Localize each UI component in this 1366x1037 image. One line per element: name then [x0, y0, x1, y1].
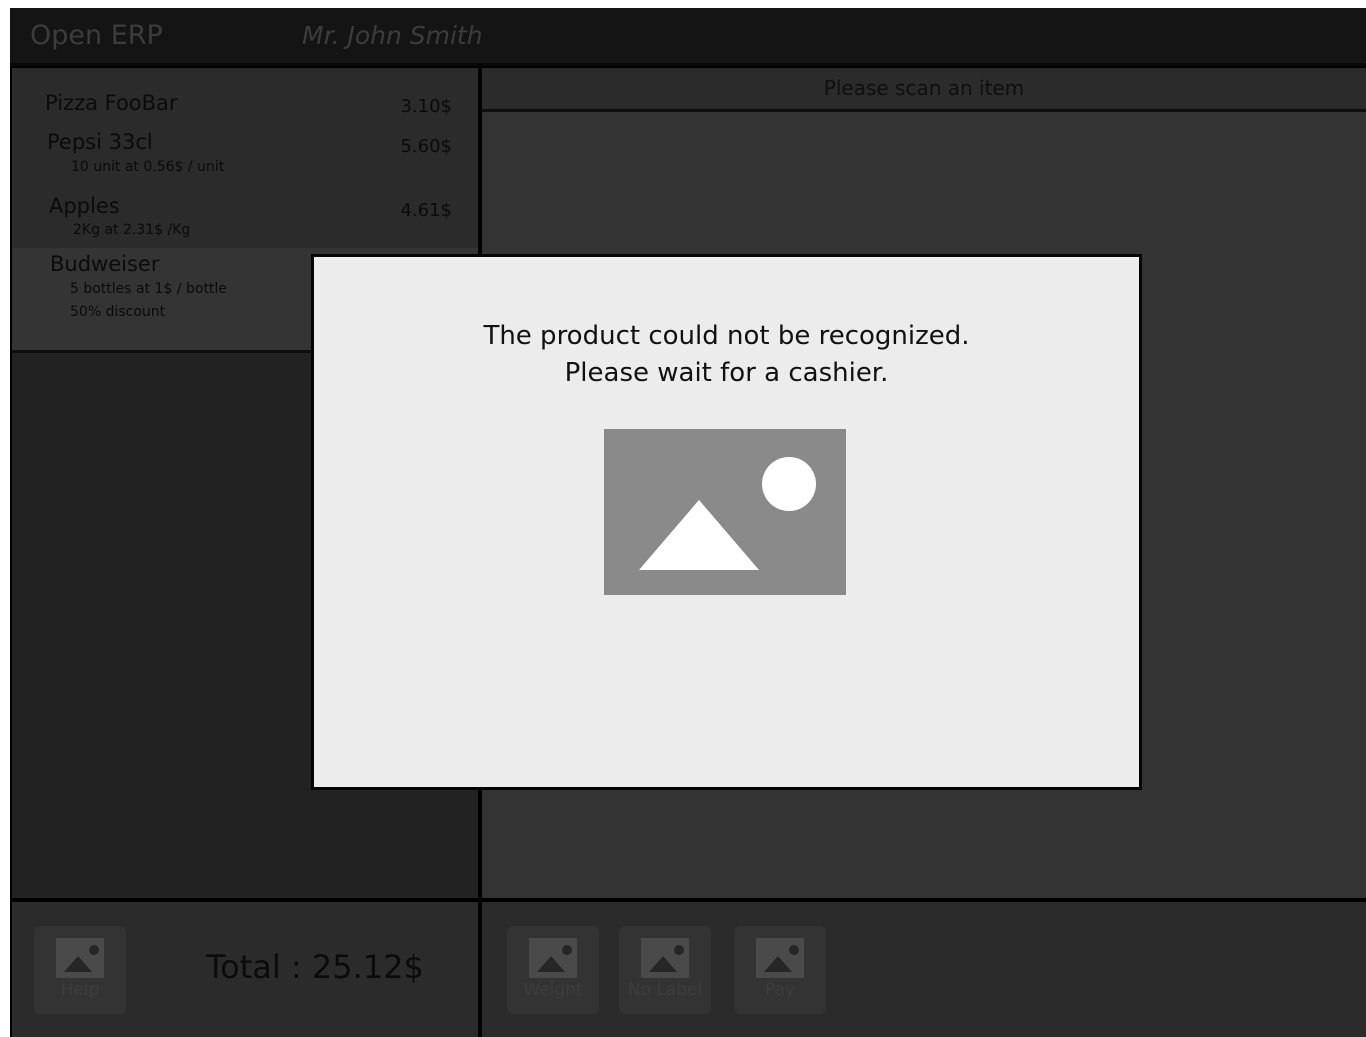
item-detail: 2Kg at 2.31$ /Kg [73, 222, 191, 238]
image-icon [641, 938, 689, 978]
image-icon [756, 938, 804, 978]
item-detail: 50% discount [70, 304, 166, 320]
item-detail: 5 bottles at 1$ / bottle [70, 281, 227, 297]
header-bar: Open ERP Mr. John Smith [10, 8, 1366, 66]
user-name: Mr. John Smith [302, 21, 483, 50]
scan-message: Please scan an item [823, 76, 1025, 100]
image-icon [56, 938, 104, 978]
no-label-button[interactable]: No Label [619, 926, 711, 1014]
scan-status-bar: Please scan an item [482, 68, 1366, 112]
item-name: Pepsi 33cl [47, 130, 153, 154]
dialog-message-line1: The product could not be recognized. [483, 321, 970, 351]
receipt-item-pizza[interactable]: Pizza FooBar 3.10$ [12, 68, 478, 117]
help-label: Help [60, 980, 100, 1000]
pay-button[interactable]: Pay [734, 926, 826, 1014]
pay-label: Pay [765, 980, 795, 1000]
image-icon [529, 938, 577, 978]
help-button[interactable]: Help [34, 926, 126, 1014]
item-name: Budweiser [50, 252, 160, 276]
app-title: Open ERP [30, 20, 163, 51]
pos-screen: Open ERP Mr. John Smith Pizza FooBar 3.1… [10, 8, 1366, 1037]
image-placeholder-icon [604, 429, 846, 595]
item-name: Apples [49, 194, 120, 218]
weight-button[interactable]: Weight [507, 926, 599, 1014]
item-price: 5.60$ [400, 136, 452, 157]
receipt-item-apples[interactable]: Apples 4.61$ 2Kg at 2.31$ /Kg [12, 170, 478, 238]
footer-left: Help Total : 25.12$ [12, 902, 478, 1037]
weight-label: Weight [523, 980, 583, 1000]
receipt-item-pepsi[interactable]: Pepsi 33cl 5.60$ 10 unit at 0.56$ / unit [12, 106, 478, 175]
product-not-recognized-dialog: The product could not be recognized. Ple… [311, 254, 1142, 790]
total-amount: Total : 25.12$ [206, 948, 424, 986]
item-price: 4.61$ [400, 200, 452, 221]
dialog-message-line2: Please wait for a cashier. [564, 358, 889, 388]
no-label-label: No Label [627, 980, 703, 1000]
footer-actions: Weight No Label Pay [482, 902, 1366, 1037]
